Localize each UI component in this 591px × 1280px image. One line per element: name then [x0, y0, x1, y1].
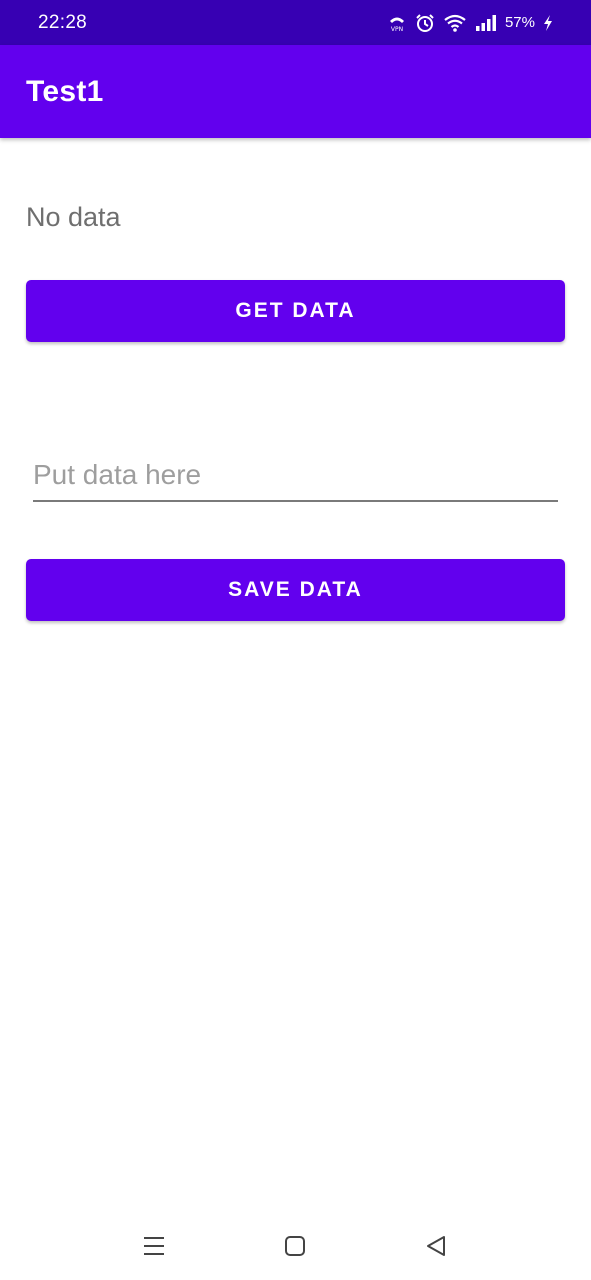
back-icon[interactable]: [421, 1231, 451, 1261]
data-text: No data: [26, 202, 121, 232]
charging-icon: [543, 14, 553, 31]
svg-text:VPN: VPN: [391, 26, 403, 33]
get-data-button[interactable]: GET DATA: [26, 280, 565, 342]
navigation-bar: [0, 1215, 591, 1280]
vpn-icon: VPN: [387, 13, 407, 33]
save-data-button[interactable]: SAVE DATA: [26, 559, 565, 621]
battery-percent: 57%: [504, 14, 535, 31]
recents-icon[interactable]: [139, 1231, 169, 1261]
status-icons: VPN 57%: [387, 13, 553, 33]
data-input[interactable]: [33, 450, 558, 500]
app-screen: 22:28 VPN 57% Test1 No data GET DATA Put…: [0, 0, 591, 1280]
app-title: Test1: [26, 74, 104, 108]
wifi-icon: [443, 13, 467, 33]
status-time: 22:28: [38, 11, 88, 33]
status-bar: 22:28 VPN 57%: [0, 0, 591, 45]
data-input-field: [33, 450, 558, 502]
alarm-icon: [415, 13, 435, 33]
signal-icon: [475, 14, 497, 32]
home-icon[interactable]: [280, 1231, 310, 1261]
app-bar: Test1: [0, 45, 591, 138]
